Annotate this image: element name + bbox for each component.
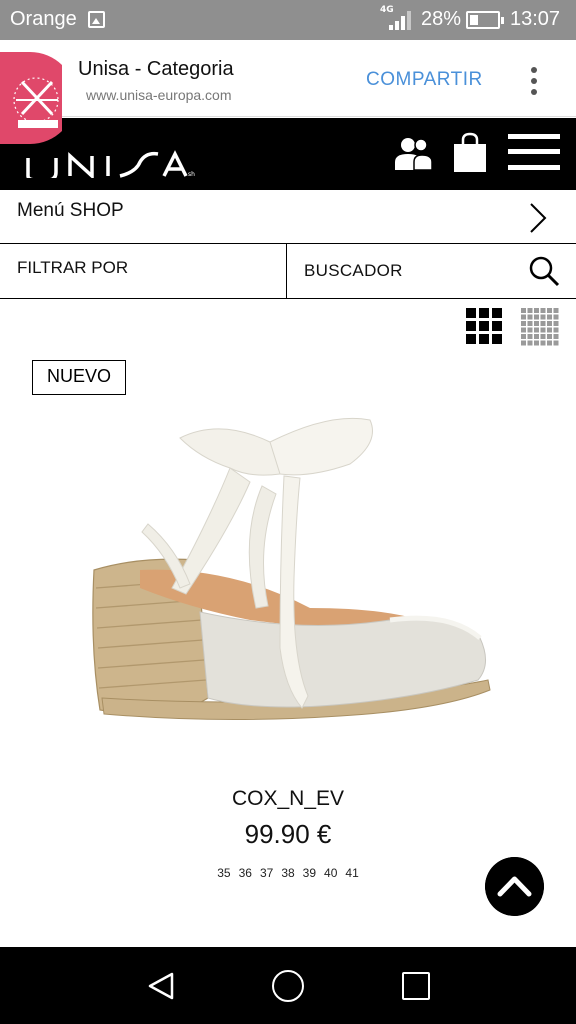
- page-title: Unisa - Categoria: [78, 58, 234, 80]
- product-price: 99.90 €: [244, 819, 332, 849]
- battery-icon: [466, 11, 504, 29]
- overflow-menu-icon[interactable]: [530, 67, 540, 95]
- site-badge-icon[interactable]: [0, 52, 62, 144]
- menu-shop-row[interactable]: Menú SHOP: [0, 190, 576, 244]
- search-label: BUSCADOR: [304, 261, 403, 280]
- search-field[interactable]: BUSCADOR: [288, 244, 576, 298]
- signal-icon: [389, 10, 411, 30]
- users-icon[interactable]: [392, 136, 434, 170]
- back-icon[interactable]: [146, 971, 176, 1001]
- system-navigation-bar: [0, 947, 576, 1024]
- battery-percent: 28%: [421, 8, 462, 30]
- size-option: 35: [217, 866, 231, 880]
- filter-label: FILTRAR POR: [17, 258, 129, 277]
- size-option: 39: [302, 866, 317, 880]
- site-header: sh: [0, 118, 576, 190]
- menu-shop-label: Menú SHOP: [17, 200, 124, 221]
- size-option: 38: [281, 866, 295, 880]
- size-option: 41: [345, 866, 359, 880]
- new-badge-label: NUEVO: [46, 366, 111, 386]
- svg-text:sh: sh: [188, 171, 195, 178]
- grid-view-small-icon[interactable]: [521, 308, 559, 346]
- search-icon[interactable]: [528, 255, 560, 287]
- clock: 13:07: [510, 8, 561, 30]
- share-button[interactable]: COMPARTIR: [366, 69, 483, 91]
- size-option: 40: [324, 866, 338, 880]
- scroll-to-top-button[interactable]: [485, 857, 544, 916]
- home-icon[interactable]: [272, 970, 304, 1002]
- filter-button[interactable]: FILTRAR POR: [0, 244, 287, 298]
- image-notification-icon: [88, 11, 105, 28]
- carrier-name: Orange: [10, 8, 77, 30]
- size-option: 36: [238, 866, 252, 880]
- new-badge: NUEVO: [32, 360, 126, 395]
- product-name[interactable]: COX_N_EV: [0, 787, 576, 811]
- chevron-right-icon: [530, 203, 547, 233]
- hamburger-menu-icon[interactable]: [508, 134, 560, 170]
- page-url: www.unisa-europa.com: [86, 87, 232, 103]
- filter-search-row: FILTRAR POR BUSCADOR: [0, 244, 576, 299]
- recent-apps-icon[interactable]: [402, 972, 430, 1000]
- size-option: 37: [259, 866, 274, 880]
- shopping-bag-icon[interactable]: [452, 132, 488, 172]
- product-image[interactable]: [80, 398, 510, 748]
- status-bar: Orange 4G 28% 13:07: [0, 0, 576, 40]
- grid-view-large-icon[interactable]: [466, 308, 502, 345]
- browser-title-bar: Unisa - Categoria www.unisa-europa.com C…: [0, 40, 576, 144]
- battery-level: [470, 15, 478, 25]
